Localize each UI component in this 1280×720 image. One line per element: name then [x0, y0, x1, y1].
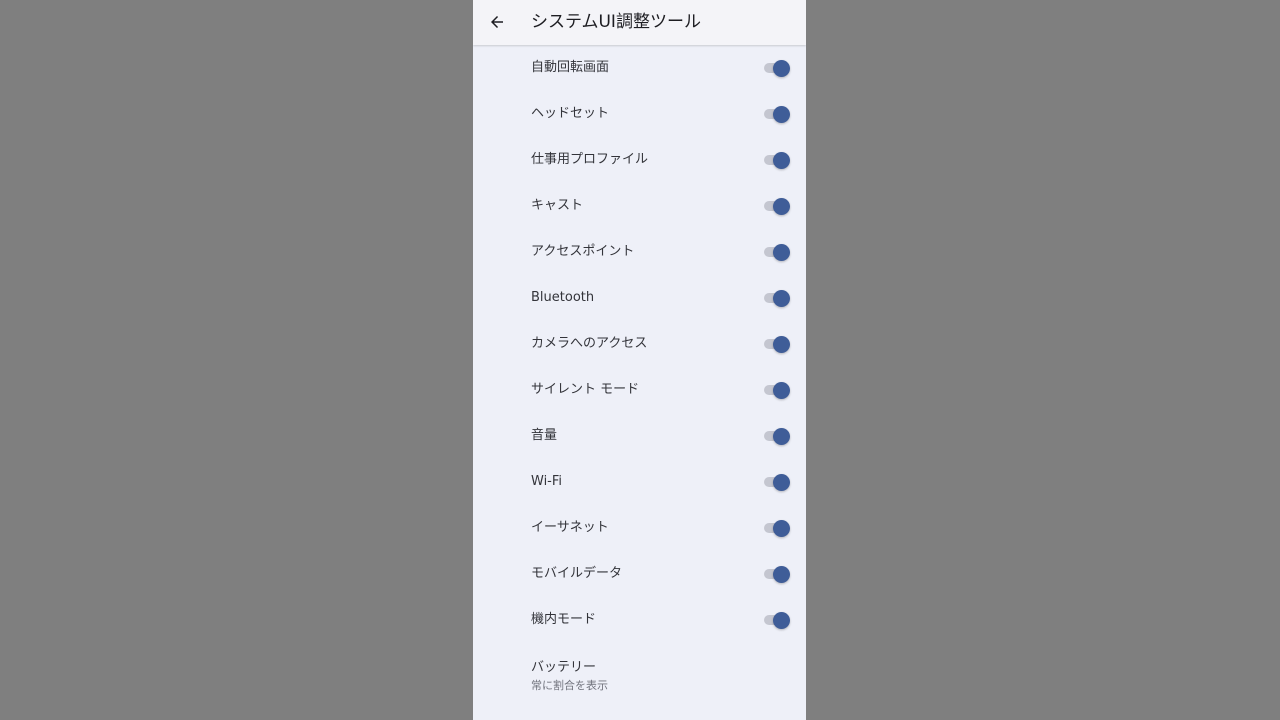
setting-label: アクセスポイント — [531, 244, 635, 259]
setting-row-airplane-mode[interactable]: 機内モード — [473, 597, 806, 643]
setting-row-hotspot[interactable]: アクセスポイント — [473, 229, 806, 275]
toggle-switch[interactable] — [764, 106, 791, 123]
switch-thumb — [773, 566, 790, 583]
setting-row-wifi[interactable]: Wi-Fi — [473, 459, 806, 505]
toggle-switch[interactable] — [764, 382, 791, 399]
setting-row-do-not-disturb[interactable]: サイレント モード — [473, 367, 806, 413]
setting-label: 音量 — [531, 428, 558, 443]
switch-thumb — [773, 290, 790, 307]
setting-row-volume[interactable]: 音量 — [473, 413, 806, 459]
toggle-switch[interactable] — [764, 198, 791, 215]
setting-label: イーサネット — [531, 520, 609, 535]
back-button[interactable] — [483, 8, 511, 36]
switch-thumb — [773, 520, 790, 537]
toggle-switch[interactable] — [764, 290, 791, 307]
switch-thumb — [773, 382, 790, 399]
toggle-switch[interactable] — [764, 474, 791, 491]
switch-thumb — [773, 106, 790, 123]
settings-list: 自動回転画面 ヘッドセット 仕事用プロファイル キャスト アクセスポイント Bl… — [473, 45, 806, 701]
switch-thumb — [773, 336, 790, 353]
toggle-switch[interactable] — [764, 60, 791, 77]
setting-row-battery[interactable]: バッテリー 常に割合を表示 — [473, 643, 806, 701]
setting-label: 仕事用プロファイル — [531, 152, 649, 167]
setting-label: Bluetooth — [531, 290, 595, 305]
toggle-switch[interactable] — [764, 428, 791, 445]
arrow-left-icon — [491, 16, 503, 28]
toggle-switch[interactable] — [764, 244, 791, 261]
setting-row-headset[interactable]: ヘッドセット — [473, 91, 806, 137]
switch-thumb — [773, 474, 790, 491]
setting-label: サイレント モード — [531, 382, 640, 397]
setting-row-ethernet[interactable]: イーサネット — [473, 505, 806, 551]
toggle-switch[interactable] — [764, 152, 791, 169]
setting-row-bluetooth[interactable]: Bluetooth — [473, 275, 806, 321]
setting-label: 機内モード — [531, 612, 597, 627]
toggle-switch[interactable] — [764, 336, 791, 353]
setting-label: ヘッドセット — [531, 106, 610, 121]
toggle-switch[interactable] — [764, 566, 791, 583]
setting-label: カメラへのアクセス — [531, 336, 648, 351]
switch-thumb — [773, 198, 790, 215]
app-bar: システムUI調整ツール — [473, 0, 806, 45]
page-title: システムUI調整ツール — [531, 12, 701, 32]
switch-thumb — [773, 612, 790, 629]
setting-summary: 常に割合を表示 — [531, 679, 608, 692]
setting-row-camera-access[interactable]: カメラへのアクセス — [473, 321, 806, 367]
settings-screen: システムUI調整ツール 自動回転画面 ヘッドセット 仕事用プロファイル キャスト… — [473, 0, 806, 720]
setting-label: モバイルデータ — [531, 566, 623, 581]
setting-label: キャスト — [531, 198, 584, 213]
toggle-switch[interactable] — [764, 612, 791, 629]
switch-thumb — [773, 244, 790, 261]
setting-row-auto-rotate[interactable]: 自動回転画面 — [473, 45, 806, 91]
switch-thumb — [773, 152, 790, 169]
setting-label: Wi-Fi — [531, 474, 563, 489]
toggle-switch[interactable] — [764, 520, 791, 537]
switch-thumb — [773, 428, 790, 445]
setting-label: バッテリー — [531, 660, 597, 675]
setting-label: 自動回転画面 — [531, 60, 610, 75]
switch-thumb — [773, 60, 790, 77]
setting-row-work-profile[interactable]: 仕事用プロファイル — [473, 137, 806, 183]
setting-row-mobile-data[interactable]: モバイルデータ — [473, 551, 806, 597]
setting-row-cast[interactable]: キャスト — [473, 183, 806, 229]
